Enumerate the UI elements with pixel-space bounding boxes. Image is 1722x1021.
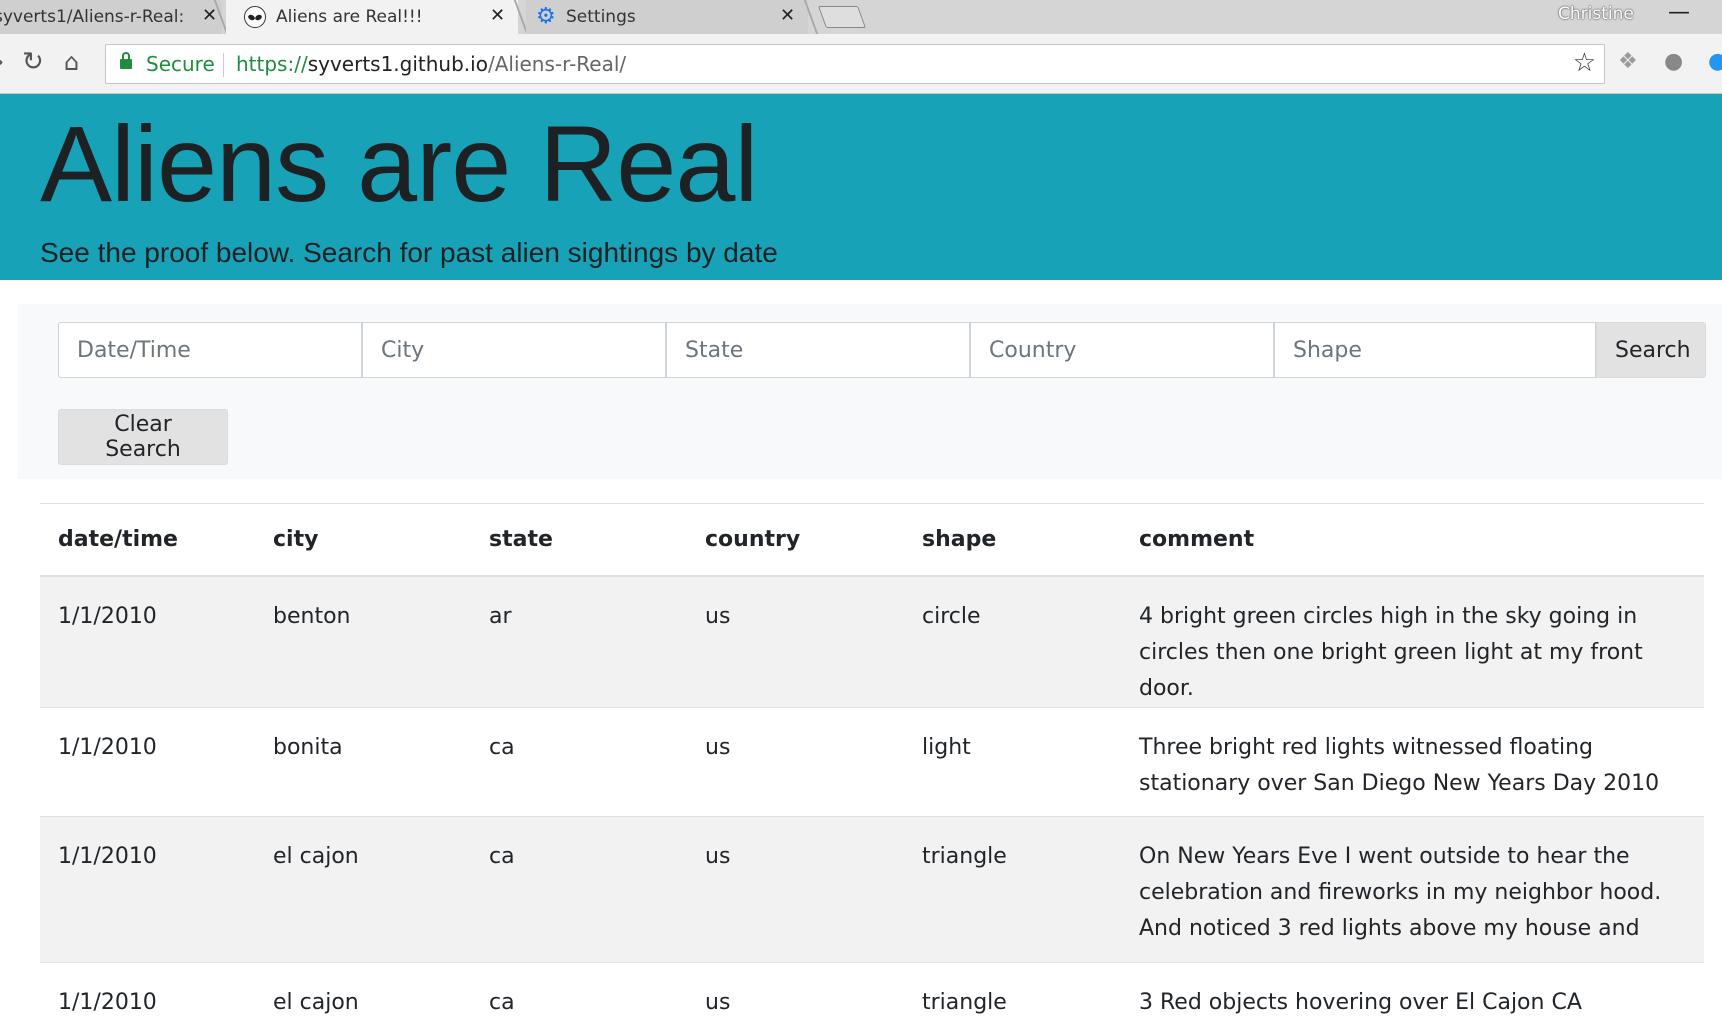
alien-icon xyxy=(244,6,266,28)
header-comment: comment xyxy=(1121,504,1704,577)
gear-icon: ⚙ xyxy=(536,7,556,27)
close-icon[interactable]: ✕ xyxy=(490,5,505,26)
url-host: syverts1.github.io xyxy=(308,52,488,76)
cell-city: benton xyxy=(255,576,471,708)
home-icon[interactable]: ⌂ xyxy=(64,48,79,76)
url-path: /Aliens-r-Real/ xyxy=(488,52,626,76)
search-panel: Search Clear Search xyxy=(18,304,1722,479)
tab-aliens[interactable]: Aliens are Real!!! ✕ xyxy=(226,0,518,34)
cell-comment: Three bright red lights witnessed floati… xyxy=(1121,708,1704,817)
cell-city: el cajon xyxy=(255,963,471,1021)
header-city: city xyxy=(255,504,471,577)
page-title: Aliens are Real xyxy=(40,104,757,224)
dropbox-icon[interactable]: ❖ xyxy=(1618,50,1638,74)
search-button[interactable]: Search xyxy=(1596,322,1706,378)
cell-state: ca xyxy=(471,708,687,817)
cell-country: us xyxy=(687,708,904,817)
cell-city: el cajon xyxy=(255,817,471,963)
city-input[interactable] xyxy=(362,322,666,378)
header-country: country xyxy=(687,504,904,577)
skype-icon[interactable]: ● xyxy=(1708,50,1722,74)
cell-comment: 4 bright green circles high in the sky g… xyxy=(1121,576,1704,708)
cell-comment: 3 Red objects hovering over El Cajon CA xyxy=(1121,963,1704,1021)
cell-datetime: 1/1/2010 xyxy=(40,576,255,708)
sightings-table: date/time city state country shape comme… xyxy=(40,503,1704,1021)
extension-icon[interactable]: ● xyxy=(1664,50,1683,74)
cell-shape: triangle xyxy=(904,817,1121,963)
tab-strip: syverts1/Aliens-r-Real: Ba ✕ Aliens are … xyxy=(0,0,1722,34)
close-icon[interactable]: ✕ xyxy=(202,5,217,26)
page-subtitle: See the proof below. Search for past ali… xyxy=(40,237,778,269)
tab-aliens-title: Aliens are Real!!! xyxy=(276,7,423,27)
star-icon[interactable]: ☆ xyxy=(1573,48,1596,78)
cell-state: ar xyxy=(471,576,687,708)
url-scheme: https:// xyxy=(236,52,308,76)
minimize-icon[interactable]: — xyxy=(1668,0,1690,25)
tab-github-title: syverts1/Aliens-r-Real: Ba xyxy=(0,7,190,27)
cell-country: us xyxy=(687,576,904,708)
lock-icon xyxy=(120,59,132,69)
cell-city: bonita xyxy=(255,708,471,817)
table-row: 1/1/2010 bonita ca us light Three bright… xyxy=(40,708,1704,817)
cell-shape: circle xyxy=(904,576,1121,708)
date-input[interactable] xyxy=(58,322,362,378)
reload-icon[interactable]: ↻ xyxy=(22,48,44,76)
cell-comment: On New Years Eve I went outside to hear … xyxy=(1121,817,1704,963)
table-row: 1/1/2010 el cajon ca us triangle 3 Red o… xyxy=(40,963,1704,1021)
jumbotron: Aliens are Real See the proof below. Sea… xyxy=(0,94,1722,280)
header-datetime: date/time xyxy=(40,504,255,577)
table-row: 1/1/2010 benton ar us circle 4 bright gr… xyxy=(40,576,1704,708)
cell-datetime: 1/1/2010 xyxy=(40,708,255,817)
tab-github[interactable]: syverts1/Aliens-r-Real: Ba ✕ xyxy=(0,0,222,34)
url-text[interactable]: https://syverts1.github.io/Aliens-r-Real… xyxy=(236,52,626,76)
header-shape: shape xyxy=(904,504,1121,577)
profile-name[interactable]: Christine xyxy=(1558,4,1634,24)
close-icon[interactable]: ✕ xyxy=(780,5,795,26)
tab-settings-title: Settings xyxy=(566,7,636,27)
cell-datetime: 1/1/2010 xyxy=(40,817,255,963)
cell-state: ca xyxy=(471,963,687,1021)
table-header-row: date/time city state country shape comme… xyxy=(40,504,1704,577)
browser-toolbar: › ↻ ⌂ Secure https://syverts1.github.io/… xyxy=(0,34,1722,94)
cell-state: ca xyxy=(471,817,687,963)
table-row: 1/1/2010 el cajon ca us triangle On New … xyxy=(40,817,1704,963)
shape-input[interactable] xyxy=(1274,322,1596,378)
tab-settings[interactable]: ⚙ Settings ✕ xyxy=(526,0,808,34)
clear-search-button[interactable]: Clear Search xyxy=(58,409,228,465)
cell-datetime: 1/1/2010 xyxy=(40,963,255,1021)
new-tab-button[interactable] xyxy=(818,6,866,28)
header-state: state xyxy=(471,504,687,577)
cell-shape: triangle xyxy=(904,963,1121,1021)
secure-label: Secure xyxy=(146,52,215,76)
address-bar[interactable]: Secure https://syverts1.github.io/Aliens… xyxy=(105,44,1605,84)
cell-country: us xyxy=(687,963,904,1021)
state-input[interactable] xyxy=(666,322,970,378)
country-input[interactable] xyxy=(970,322,1274,378)
divider xyxy=(223,53,224,77)
forward-icon[interactable]: › xyxy=(0,48,4,76)
cell-shape: light xyxy=(904,708,1121,817)
cell-country: us xyxy=(687,817,904,963)
